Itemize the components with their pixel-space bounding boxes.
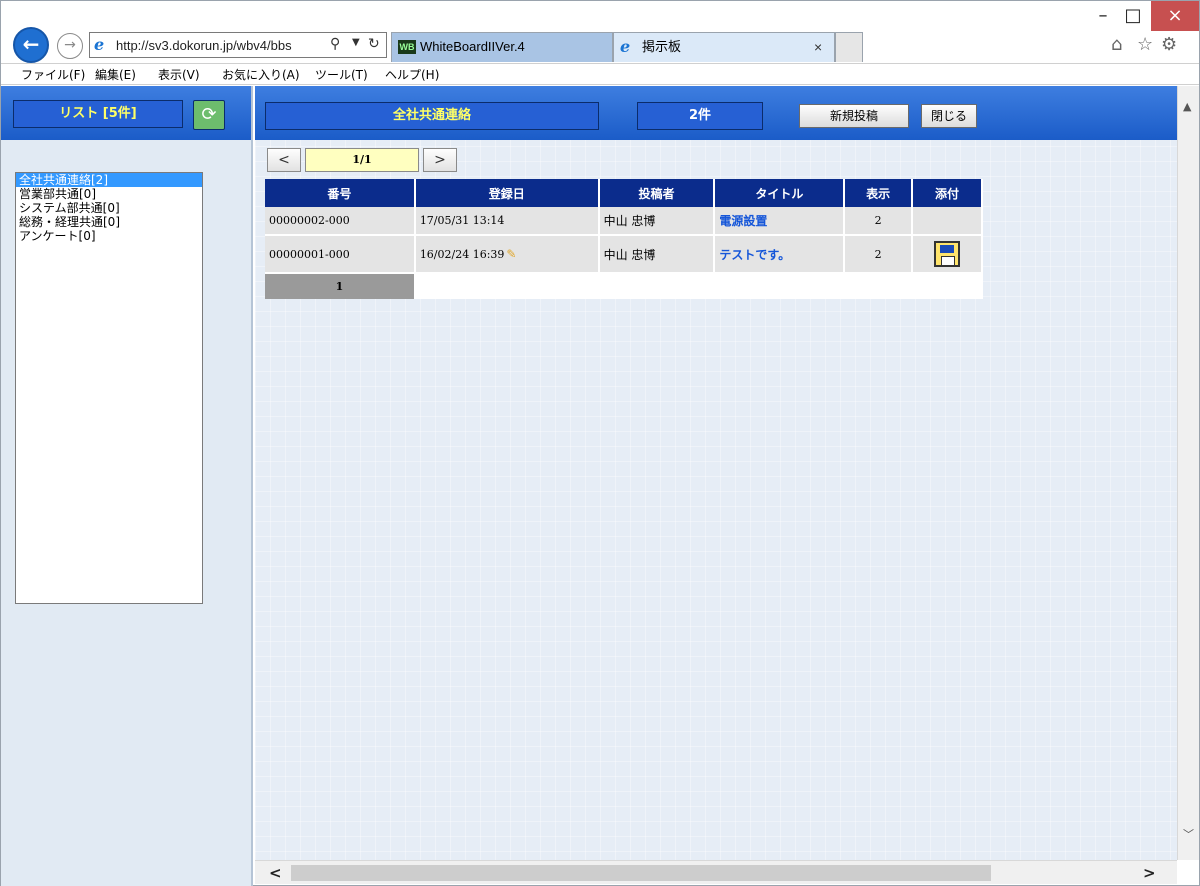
whiteboard-icon: WB: [398, 40, 416, 54]
left-pane: リスト [5件] ⟳ 全社共通連絡[2] 営業部共通[0] システム部共通[0]…: [1, 86, 253, 886]
category-item-system[interactable]: システム部共通[0]: [16, 201, 202, 215]
post-number: 00000001-000: [265, 235, 416, 274]
board-header: 全社共通連絡 2件 新規投稿 閉じる: [255, 86, 1199, 140]
tab-bulletin-board[interactable]: e 掲示板 ×: [613, 32, 835, 62]
post-poster: 中山 忠博: [598, 207, 716, 236]
posts-table: 番号 登録日 投稿者 タイトル 表示 添付 00000002-000 17/05…: [265, 179, 984, 299]
gear-icon[interactable]: ⚙: [1161, 34, 1177, 55]
scroll-down-icon[interactable]: ﹀: [1183, 826, 1194, 842]
category-list[interactable]: 全社共通連絡[2] 営業部共通[0] システム部共通[0] 総務・経理共通[0]…: [15, 172, 203, 604]
horizontal-scrollbar[interactable]: < >: [255, 860, 1177, 884]
table-header-row: 番号 登録日 投稿者 タイトル 表示 添付: [265, 179, 983, 207]
address-url[interactable]: http://sv3.dokorun.jp/wbv4/bbs: [116, 38, 326, 53]
close-window-button[interactable]: ×: [1151, 1, 1199, 31]
refresh-icon[interactable]: ↻: [368, 36, 380, 52]
vertical-scrollbar[interactable]: ▲ ﹀: [1177, 86, 1199, 860]
category-item-sales[interactable]: 営業部共通[0]: [16, 187, 202, 201]
post-poster: 中山 忠博: [598, 235, 716, 274]
table-footer-blank: [414, 273, 984, 299]
back-arrow-icon: ←: [22, 32, 40, 56]
list-title: リスト [5件]: [13, 100, 183, 128]
left-header: リスト [5件] ⟳: [1, 86, 251, 140]
menu-favorites[interactable]: お気に入り(A): [222, 66, 300, 83]
edit-pencil-icon: ✎: [506, 247, 517, 261]
category-item-general-affairs[interactable]: 総務・経理共通[0]: [16, 215, 202, 229]
back-button[interactable]: ←: [13, 27, 49, 63]
scroll-thumb[interactable]: [291, 865, 991, 881]
category-item-survey[interactable]: アンケート[0]: [16, 229, 202, 243]
table-footer-row: 1: [265, 273, 984, 299]
home-icon[interactable]: ⌂: [1111, 34, 1122, 55]
post-views: 2: [844, 207, 914, 236]
post-views: 2: [844, 235, 914, 274]
column-header-number[interactable]: 番号: [265, 179, 416, 207]
post-number: 00000002-000: [265, 207, 416, 236]
ie-page-icon: e: [620, 37, 631, 56]
close-tab-icon[interactable]: ×: [814, 33, 822, 61]
menu-tools[interactable]: ツール(T): [315, 66, 368, 83]
forward-button[interactable]: →: [57, 33, 83, 59]
post-attachment-empty: [912, 207, 983, 236]
column-header-title[interactable]: タイトル: [714, 179, 846, 207]
search-icon[interactable]: ⚲: [330, 36, 340, 52]
refresh-icon: ⟳: [201, 104, 217, 125]
menu-bar: ファイル(F) 編集(E) 表示(V) お気に入り(A) ツール(T) ヘルプ(…: [1, 63, 1199, 85]
ie-page-icon: e: [94, 35, 105, 54]
dropdown-arrow-icon[interactable]: ▼: [352, 37, 360, 48]
menu-view[interactable]: 表示(V): [158, 66, 200, 83]
post-count: 2件: [637, 102, 763, 130]
floppy-disk-icon[interactable]: [934, 241, 961, 267]
menu-edit[interactable]: 編集(E): [95, 66, 136, 83]
tab-whiteboard[interactable]: WB WhiteBoardIIVer.4: [391, 32, 613, 62]
scroll-left-icon[interactable]: <: [269, 864, 282, 882]
post-date: 17/05/31 13:14: [414, 207, 600, 236]
post-date: 16/02/24 16:39: [419, 248, 505, 261]
star-icon[interactable]: ☆: [1137, 34, 1153, 55]
column-header-views[interactable]: 表示: [844, 179, 914, 207]
forward-arrow-icon: →: [64, 37, 76, 53]
page-number-link[interactable]: 1: [265, 273, 416, 299]
tab-label: WhiteBoardIIVer.4: [420, 39, 525, 54]
post-attachment: [912, 235, 983, 274]
new-tab-button[interactable]: [835, 32, 863, 62]
menu-help[interactable]: ヘルプ(H): [385, 66, 439, 83]
title-bar: – □ × ← → e http://sv3.dokorun.jp/wbv4/b…: [1, 1, 1199, 63]
page-indicator: 1/1: [305, 148, 419, 172]
column-header-attachment[interactable]: 添付: [912, 179, 983, 207]
right-pane: 全社共通連絡 2件 新規投稿 閉じる < 1/1 > 番号 登録日 投稿者 タイ…: [255, 86, 1199, 860]
tab-label: 掲示板: [642, 39, 682, 54]
address-bar[interactable]: e http://sv3.dokorun.jp/wbv4/bbs ⚲ ▼ ↻: [89, 32, 387, 58]
table-row: 00000002-000 17/05/31 13:14 中山 忠博 電源設置 2: [265, 207, 983, 236]
new-post-button[interactable]: 新規投稿: [799, 104, 909, 128]
post-title-link[interactable]: テストです。: [714, 235, 846, 274]
maximize-button[interactable]: □: [1113, 1, 1153, 31]
table-row: 00000001-000 16/02/24 16:39 ✎ 中山 忠博 テストです…: [265, 235, 983, 274]
refresh-button[interactable]: ⟳: [193, 100, 225, 130]
column-header-poster[interactable]: 投稿者: [598, 179, 716, 207]
prev-page-button[interactable]: <: [267, 148, 301, 172]
menu-file[interactable]: ファイル(F): [21, 66, 85, 83]
next-page-button[interactable]: >: [423, 148, 457, 172]
browser-window: – □ × ← → e http://sv3.dokorun.jp/wbv4/b…: [0, 0, 1200, 886]
scroll-up-icon[interactable]: ▲: [1183, 100, 1191, 113]
page-content: リスト [5件] ⟳ 全社共通連絡[2] 営業部共通[0] システム部共通[0]…: [1, 86, 1199, 886]
post-title-link[interactable]: 電源設置: [714, 207, 846, 236]
column-header-date[interactable]: 登録日: [414, 179, 600, 207]
scroll-right-icon[interactable]: >: [1143, 864, 1156, 882]
close-button[interactable]: 閉じる: [921, 104, 977, 128]
board-title: 全社共通連絡: [265, 102, 599, 130]
post-date-cell: 16/02/24 16:39 ✎: [414, 235, 600, 274]
category-item-all-company[interactable]: 全社共通連絡[2]: [16, 173, 202, 187]
